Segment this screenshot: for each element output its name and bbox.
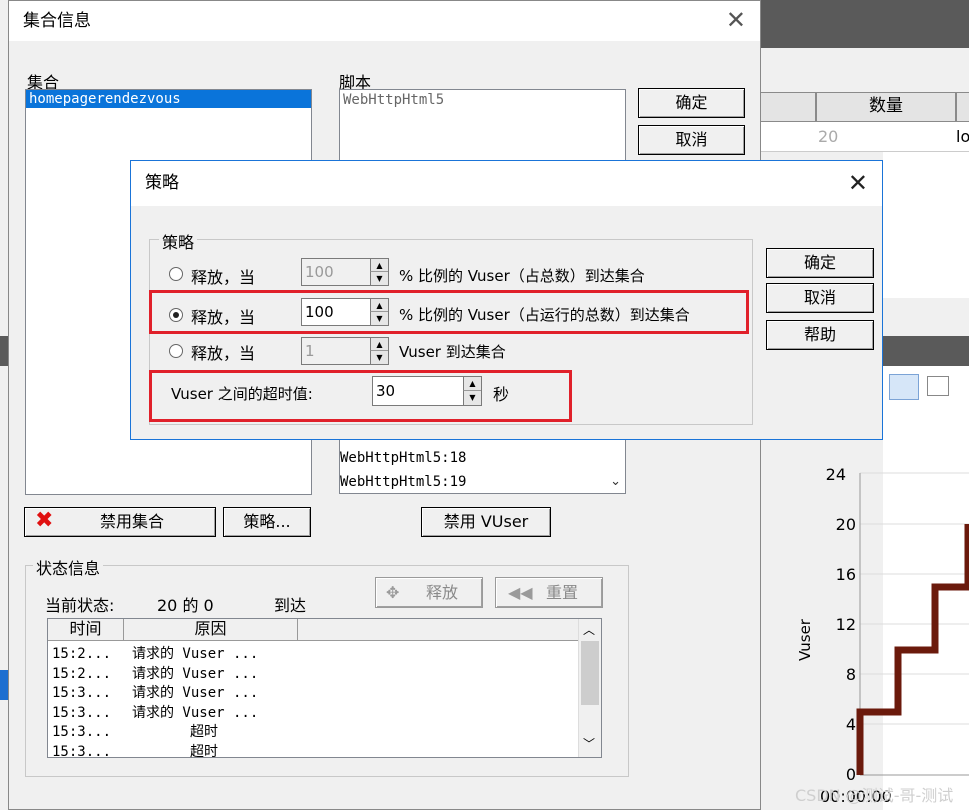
bg-grid-count-value: 20 xyxy=(818,127,839,146)
policy-close-icon[interactable]: ✕ xyxy=(848,170,868,196)
log-scrollbar[interactable]: ︿ ﹀ xyxy=(578,619,601,757)
bg-grid-row[interactable]: 20 lo xyxy=(760,122,969,152)
reset-button[interactable]: ◀◀ 重置 xyxy=(495,577,603,608)
ytick-4: 4 xyxy=(846,715,856,734)
bg-grid-header-right[interactable] xyxy=(956,92,969,122)
row-reason: 超时 xyxy=(190,724,218,740)
policy-title: 策略 xyxy=(145,173,179,193)
bg-grid-body xyxy=(883,152,969,298)
col-header-reason[interactable]: 原因 xyxy=(124,619,298,641)
table-row[interactable]: 15:2... 请求的 Vuser ... xyxy=(52,663,258,683)
ytick-20: 20 xyxy=(836,515,856,534)
fullscreen-icon[interactable] xyxy=(927,376,949,396)
status-group-label: 状态信息 xyxy=(33,555,104,579)
scroll-thumb[interactable] xyxy=(581,641,599,705)
arrived-label: 到达 xyxy=(274,596,307,615)
scroll-down-arrow-icon[interactable]: ﹀ xyxy=(583,735,595,752)
policy-help-button[interactable]: 帮助 xyxy=(766,320,874,350)
release-move-icon: ✥ xyxy=(386,583,400,602)
row-reason: 请求的 Vuser ... xyxy=(132,685,259,701)
vuser-step-line xyxy=(856,524,969,775)
policy-button[interactable]: 策略... xyxy=(223,507,311,537)
disable-vuser-button[interactable]: 禁用 VUser xyxy=(421,507,551,537)
close-icon[interactable]: ✕ xyxy=(726,7,746,33)
row-time: 15:3... xyxy=(52,704,112,721)
current-status-label: 当前状态: xyxy=(45,596,115,615)
table-row[interactable]: 15:3... 超时 xyxy=(52,741,218,761)
policy-group-label: 策略 xyxy=(159,229,198,253)
row-reason: 超时 xyxy=(190,743,218,760)
bg-grid-header-blank xyxy=(760,92,816,122)
script-item[interactable]: WebHttpHtml5 xyxy=(340,90,625,110)
scroll-up-icon[interactable]: ︿ xyxy=(583,621,595,638)
script-sub-item-18[interactable]: WebHttpHtml5:18 xyxy=(340,450,466,466)
current-status-value: 20 的 0 xyxy=(157,596,214,615)
vuser-chart: 24 20 16 12 8 4 0 Vuser 00:00:00 xyxy=(796,465,969,806)
release-label: 释放 xyxy=(426,583,459,602)
option1-prefix: 释放，当 xyxy=(191,268,256,287)
col-header-blank xyxy=(298,619,578,641)
row-time: 15:3... xyxy=(52,724,112,740)
rewind-icon: ◀◀ xyxy=(508,583,533,602)
option3-up-icon[interactable]: ▲ xyxy=(370,338,388,351)
status-log-table[interactable]: 时间 原因 15:2... 请求的 Vuser ... 15:2... 请求的 Vus… xyxy=(47,618,602,761)
row-reason: 请求的 Vuser ... xyxy=(132,704,259,721)
policy-dialog: 策略 ✕ 策略 释放，当 ▲ ▼ % 比例的 Vuser（占总数）到达集合 释放… xyxy=(130,160,883,440)
row-time: 15:2... xyxy=(52,646,112,662)
row-reason: 请求的 Vuser ... xyxy=(132,665,259,682)
reset-label: 重置 xyxy=(546,583,579,602)
highlight-timeout xyxy=(149,370,572,422)
main-ok-button[interactable]: 确定 xyxy=(638,88,745,118)
option1-suffix: % 比例的 Vuser（占总数）到达集合 xyxy=(399,267,645,285)
option1-radio[interactable] xyxy=(169,267,183,281)
policy-ok-button[interactable]: 确定 xyxy=(766,248,874,278)
watermark: CSDN @测试-哥-测试 xyxy=(795,786,954,805)
option1-down-icon[interactable]: ▼ xyxy=(370,272,388,285)
scroll-down-icon[interactable]: ⌄ xyxy=(610,474,621,489)
ytick-16: 16 xyxy=(836,565,856,584)
table-row[interactable]: 15:2... 请求的 Vuser ... xyxy=(52,643,258,663)
row-time: 15:3... xyxy=(52,685,112,701)
option3-suffix: Vuser 到达集合 xyxy=(399,343,506,361)
ytick-8: 8 xyxy=(846,665,856,684)
chart-ylabel: Vuser xyxy=(796,618,814,661)
dialog-titlebar: 集合信息 xyxy=(9,1,760,41)
release-button[interactable]: ✥ 释放 xyxy=(375,577,483,608)
highlight-option2 xyxy=(149,290,749,334)
ytick-24: 24 xyxy=(826,465,846,484)
bg-panel-strip xyxy=(883,336,969,366)
rendezvous-item-selected[interactable]: homepagerendezvous xyxy=(26,90,311,108)
option3-prefix: 释放，当 xyxy=(191,344,256,363)
disable-rendezvous-button[interactable]: ✖ 禁用集合 xyxy=(24,507,216,537)
row-time: 15:2... xyxy=(52,665,112,682)
option3-down-icon[interactable]: ▼ xyxy=(370,351,388,364)
table-row[interactable]: 15:3... 超时 xyxy=(52,721,218,741)
bg-grid-right-value: lo xyxy=(956,127,969,146)
option3-radio[interactable] xyxy=(169,344,183,358)
ytick-12: 12 xyxy=(836,615,856,634)
dialog-title: 集合信息 xyxy=(23,11,91,31)
chart-view-icon[interactable] xyxy=(889,374,919,400)
script-sub-item-19[interactable]: WebHttpHtml5:19 xyxy=(340,474,466,490)
col-header-time[interactable]: 时间 xyxy=(48,619,124,641)
table-row[interactable]: 15:3... 请求的 Vuser ... xyxy=(52,682,258,702)
row-reason: 请求的 Vuser ... xyxy=(132,646,259,662)
table-row[interactable]: 15:3... 请求的 Vuser ... xyxy=(52,702,258,722)
bg-grid-header-count[interactable]: 数量 xyxy=(816,92,956,122)
policy-titlebar: 策略 xyxy=(131,161,882,206)
option3-count-input[interactable] xyxy=(302,338,370,364)
option1-percent-spinner[interactable]: ▲ ▼ xyxy=(301,258,389,286)
bg-toolbar xyxy=(760,48,969,90)
policy-cancel-button[interactable]: 取消 xyxy=(766,283,874,313)
bg-title-strip xyxy=(760,0,969,48)
disable-rendezvous-label: 禁用集合 xyxy=(100,512,165,531)
main-cancel-button[interactable]: 取消 xyxy=(638,125,745,155)
row-time: 15:3... xyxy=(52,743,112,760)
red-x-icon: ✖ xyxy=(35,508,54,533)
option1-percent-input[interactable] xyxy=(302,259,370,285)
option3-count-spinner[interactable]: ▲ ▼ xyxy=(301,337,389,365)
option1-up-icon[interactable]: ▲ xyxy=(370,259,388,272)
